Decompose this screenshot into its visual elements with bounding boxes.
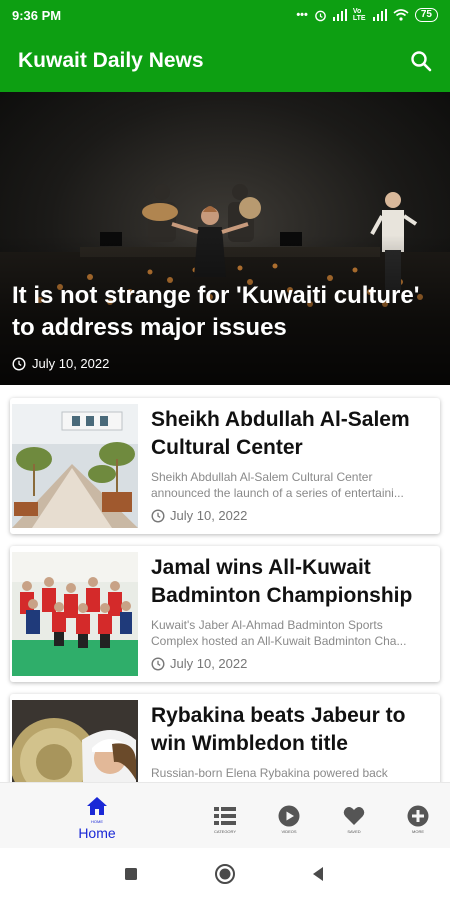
play-icon xyxy=(276,803,302,829)
nav-category-caption: CATEGORY xyxy=(213,829,237,834)
alarm-icon xyxy=(315,10,326,21)
article-date: July 10, 2022 xyxy=(151,656,247,671)
featured-article[interactable]: It is not strange for 'Kuwaiti culture' … xyxy=(0,92,450,385)
more-dots-icon: ••• xyxy=(296,9,308,21)
circle-icon xyxy=(215,864,235,884)
square-icon xyxy=(125,868,137,880)
nav-saved-caption: SAVED xyxy=(347,829,361,834)
nav-more[interactable]: MORE xyxy=(383,783,450,849)
back-triangle-icon xyxy=(313,867,323,881)
clock-icon xyxy=(151,508,165,523)
article-card[interactable]: Jamal wins All-Kuwait Badminton Champion… xyxy=(10,546,440,682)
nav-home-label: Home xyxy=(78,825,116,841)
article-title: Sheikh Abdullah Al-Salem Cultural Center xyxy=(151,408,410,459)
recents-button[interactable] xyxy=(119,862,143,886)
system-navigation-bar xyxy=(0,848,450,900)
article-excerpt: Sheikh Abdullah Al-Salem Cultural Center… xyxy=(151,470,404,500)
article-thumbnail xyxy=(12,552,138,676)
clock-icon xyxy=(12,356,26,371)
article-thumbnail xyxy=(12,404,138,528)
signal-icon-2 xyxy=(372,9,387,21)
nav-home[interactable]: HOME Home xyxy=(62,783,132,849)
list-icon xyxy=(212,803,238,829)
search-icon xyxy=(411,51,432,72)
nav-home-caption: HOME xyxy=(91,819,103,824)
status-icons: ••• Vo LTE 75 xyxy=(296,8,438,22)
wifi-icon xyxy=(393,9,409,21)
status-bar: 9:36 PM ••• Vo LTE 75 xyxy=(0,0,450,30)
battery-indicator: 75 xyxy=(414,8,438,22)
plus-circle-icon xyxy=(405,803,431,829)
home-system-button[interactable] xyxy=(213,862,237,886)
nav-category[interactable]: CATEGORY xyxy=(190,783,260,849)
home-icon xyxy=(84,793,110,819)
nav-videos-caption: VIDEOS xyxy=(281,829,297,834)
app-bar: Kuwait Daily News xyxy=(0,30,450,92)
article-date-text: July 10, 2022 xyxy=(170,656,248,671)
search-button[interactable] xyxy=(406,46,436,76)
featured-article-date-text: July 10, 2022 xyxy=(32,356,110,371)
back-button[interactable] xyxy=(306,862,330,886)
signal-icon xyxy=(332,9,347,21)
nav-saved[interactable]: SAVED xyxy=(319,783,389,849)
app-title: Kuwait Daily News xyxy=(18,49,204,72)
article-date-text: July 10, 2022 xyxy=(170,508,248,523)
nav-more-caption: MORE xyxy=(412,829,424,834)
clock-icon xyxy=(151,656,165,671)
featured-article-title: It is not strange for 'Kuwaiti culture' … xyxy=(12,282,420,341)
status-time: 9:36 PM xyxy=(12,7,62,23)
bottom-navigation: HOME Home CATEGORY VIDEOS SAVED MORE xyxy=(0,782,450,848)
heart-icon xyxy=(341,803,367,829)
article-date: July 10, 2022 xyxy=(151,508,247,523)
network-type: Vo LTE xyxy=(352,8,366,22)
article-excerpt: Kuwait's Jaber Al-Ahmad Badminton Sports… xyxy=(151,618,407,648)
article-title: Rybakina beats Jabeur to win Wimbledon t… xyxy=(151,704,406,755)
article-title: Jamal wins All-Kuwait Badminton Champion… xyxy=(151,556,413,607)
nav-videos[interactable]: VIDEOS xyxy=(254,783,324,849)
article-excerpt: Russian-born Elena Rybakina powered back xyxy=(151,766,388,780)
featured-article-date: July 10, 2022 xyxy=(12,356,109,371)
article-card[interactable]: Sheikh Abdullah Al-Salem Cultural Center… xyxy=(10,398,440,534)
